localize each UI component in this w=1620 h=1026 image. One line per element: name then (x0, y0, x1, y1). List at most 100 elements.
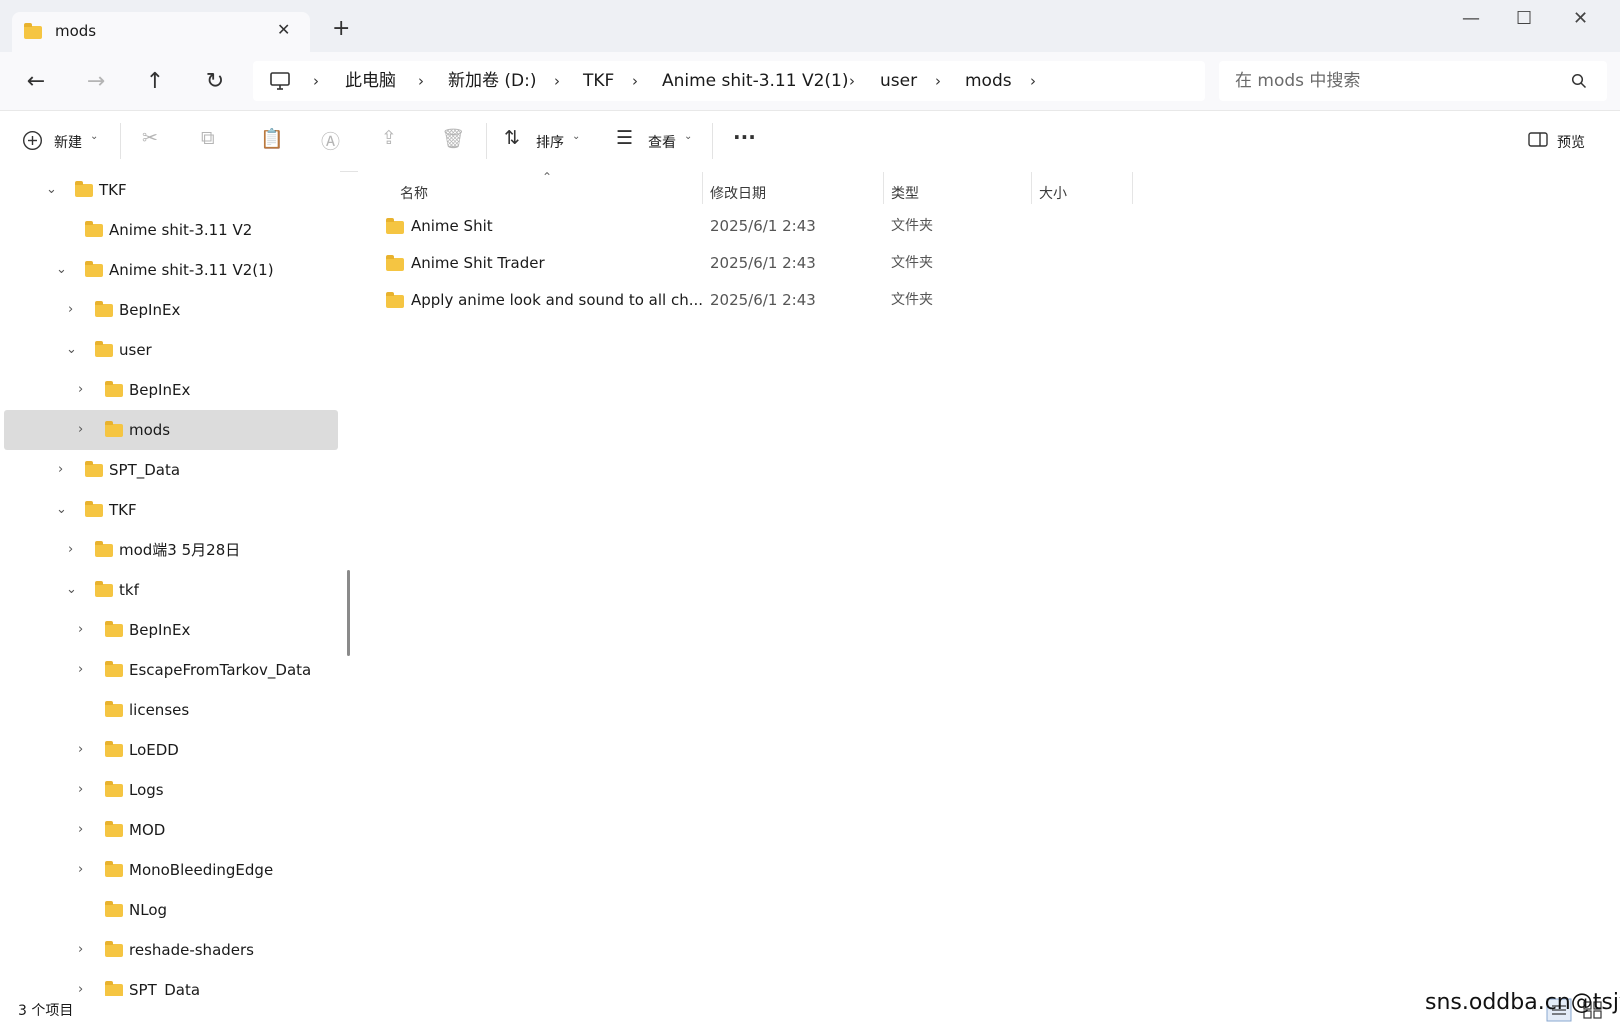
chevron-right-icon[interactable]: › (78, 370, 83, 410)
column-divider[interactable] (702, 172, 703, 204)
column-divider[interactable] (1132, 172, 1133, 204)
chevron-right-icon[interactable]: › (313, 61, 319, 101)
file-row[interactable]: Apply anime look and sound to all ch... … (378, 282, 1478, 318)
tree-item-mod-client[interactable]: › mod端3 5月28日 (4, 530, 338, 570)
chevron-right-icon[interactable]: › (418, 61, 424, 101)
tree-item-label: NLog (129, 901, 168, 919)
chevron-down-icon[interactable]: ⌄ (56, 490, 67, 530)
chevron-right-icon[interactable]: › (78, 810, 83, 850)
share-icon[interactable]: ⇪ (381, 127, 397, 149)
tree-item-label: LoEDD (129, 741, 179, 759)
chevron-right-icon[interactable]: › (78, 650, 83, 690)
chevron-right-icon[interactable]: › (935, 61, 941, 101)
file-name: Apply anime look and sound to all ch... (411, 291, 704, 309)
search-icon[interactable] (1571, 73, 1587, 89)
column-header-size[interactable]: 大小 (1039, 176, 1067, 212)
chevron-down-icon[interactable]: ⌄ (46, 170, 57, 210)
chevron-right-icon[interactable]: › (554, 61, 560, 101)
chevron-right-icon[interactable]: › (78, 610, 83, 650)
new-tab-button[interactable]: + (332, 18, 350, 40)
tree-item-anime-shit-v2[interactable]: Anime shit-3.11 V2 (4, 210, 338, 250)
cut-icon[interactable]: ✂ (142, 127, 158, 149)
chevron-down-icon[interactable]: ⌄ (66, 330, 77, 370)
tree-item-bepinex[interactable]: › BepInEx (4, 370, 338, 410)
tree-item-tkf[interactable]: ⌄ TKF (4, 490, 338, 530)
search-input[interactable]: 在 mods 中搜索 (1235, 61, 1360, 101)
breadcrumb-this-pc[interactable]: 此电脑 (345, 61, 396, 101)
column-header-type[interactable]: 类型 (891, 176, 919, 212)
folder-icon (105, 621, 123, 637)
watermark-text: sns.oddba.cn@tsjy (1425, 990, 1620, 1015)
new-button[interactable]: 新建 ⌄ (22, 129, 112, 153)
chevron-right-icon[interactable]: › (78, 410, 83, 450)
chevron-right-icon[interactable]: › (58, 450, 63, 490)
tab-close-icon[interactable]: ✕ (277, 20, 290, 39)
chevron-right-icon[interactable]: › (78, 770, 83, 810)
close-button[interactable]: ✕ (1573, 8, 1588, 29)
forward-button[interactable]: → (80, 66, 112, 98)
chevron-right-icon[interactable]: › (68, 530, 73, 570)
address-bar[interactable]: › 此电脑 › 新加卷 (D:) › TKF › Anime shit-3.11… (253, 61, 1205, 101)
tree-item-loedd[interactable]: › LoEDD (4, 730, 338, 770)
tree-item-mod[interactable]: › MOD (4, 810, 338, 850)
tree-item-logs[interactable]: › Logs (4, 770, 338, 810)
column-divider[interactable] (883, 172, 884, 204)
breadcrumb-drive-d[interactable]: 新加卷 (D:) (448, 61, 537, 101)
tree-item-monobleedingedge[interactable]: › MonoBleedingEdge (4, 850, 338, 890)
tree-item-spt-data[interactable]: › SPT_Data (4, 450, 338, 490)
title-bar: mods ✕ + — ☐ ✕ (0, 0, 1620, 52)
maximize-button[interactable]: ☐ (1516, 8, 1532, 29)
chevron-down-icon[interactable]: ⌄ (66, 570, 77, 610)
chevron-right-icon[interactable]: › (78, 930, 83, 970)
search-box[interactable]: 在 mods 中搜索 (1219, 61, 1607, 101)
tree-item-spt-data[interactable]: › SPT_Data (4, 970, 338, 996)
file-list: ⌃ 名称 修改日期 类型 大小 Anime Shit 2025/6/1 2:43… (358, 170, 1620, 996)
column-header-date[interactable]: 修改日期 (710, 176, 766, 212)
chevron-right-icon[interactable]: › (1030, 61, 1036, 101)
folder-icon (105, 741, 123, 757)
breadcrumb-tkf[interactable]: TKF (583, 61, 614, 101)
chevron-right-icon[interactable]: › (78, 970, 83, 996)
chevron-right-icon[interactable]: › (632, 61, 638, 101)
tree-item-reshade-shaders[interactable]: › reshade-shaders (4, 930, 338, 970)
sidebar-scrollbar[interactable] (347, 570, 350, 656)
preview-button[interactable]: 预览 (1528, 129, 1598, 153)
breadcrumb-anime-shit[interactable]: Anime shit-3.11 V2(1) (662, 61, 849, 101)
tree-item-tkf[interactable]: ⌄ TKF (4, 170, 338, 210)
more-options-button[interactable]: ··· (733, 125, 756, 149)
chevron-down-icon[interactable]: ⌄ (56, 250, 67, 290)
tree-item-anime-shit-v2-1[interactable]: ⌄ Anime shit-3.11 V2(1) (4, 250, 338, 290)
tree-item-bepinex[interactable]: › BepInEx (4, 290, 338, 330)
sort-button[interactable]: ⇅ 排序 ⌄ (504, 127, 586, 153)
back-button[interactable]: ← (20, 66, 52, 98)
refresh-button[interactable]: ↻ (199, 66, 231, 98)
chevron-right-icon[interactable]: › (849, 61, 855, 101)
column-header-name[interactable]: 名称 (400, 176, 428, 212)
column-divider[interactable] (1031, 172, 1032, 204)
breadcrumb-mods[interactable]: mods (965, 61, 1012, 101)
tree-item-mods[interactable]: › mods (4, 410, 338, 450)
tree-item-licenses[interactable]: licenses (4, 690, 338, 730)
chevron-right-icon[interactable]: › (68, 290, 73, 330)
tree-item-label: Logs (129, 781, 164, 799)
chevron-right-icon[interactable]: › (78, 730, 83, 770)
minimize-button[interactable]: — (1462, 8, 1480, 29)
tree-item-bepinex[interactable]: › BepInEx (4, 610, 338, 650)
file-row[interactable]: Anime Shit Trader 2025/6/1 2:43 文件夹 (378, 245, 1478, 281)
tree-item-user[interactable]: ⌄ user (4, 330, 338, 370)
chevron-right-icon[interactable]: › (78, 850, 83, 890)
rename-icon[interactable]: Ⓐ (321, 127, 340, 154)
folder-icon (105, 661, 123, 677)
tree-item-escapefromtarkov-data[interactable]: › EscapeFromTarkov_Data (4, 650, 338, 690)
tree-item-nlog[interactable]: NLog (4, 890, 338, 930)
file-row[interactable]: Anime Shit 2025/6/1 2:43 文件夹 (378, 208, 1478, 244)
copy-icon[interactable]: ⧉ (201, 127, 215, 149)
tab-mods[interactable]: mods ✕ (12, 12, 310, 52)
paste-icon[interactable]: 📋 (260, 127, 284, 150)
breadcrumb-user[interactable]: user (880, 61, 917, 101)
view-button[interactable]: ☰ 查看 ⌄ (616, 127, 698, 153)
tree-item-tkf-lower[interactable]: ⌄ tkf (4, 570, 338, 610)
up-button[interactable]: ↑ (139, 66, 171, 98)
delete-icon[interactable]: 🗑 (441, 127, 465, 150)
tree-item-label: BepInEx (119, 301, 181, 319)
